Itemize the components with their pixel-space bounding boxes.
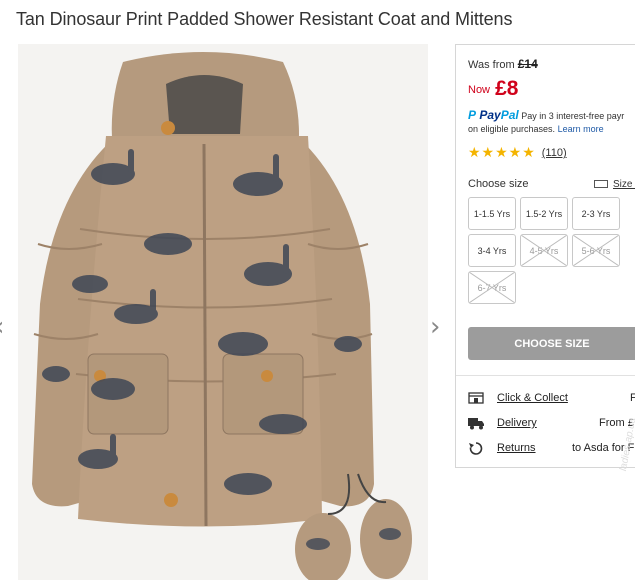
size-option-label: 1.5-2 Yrs (525, 208, 563, 219)
click-collect-link[interactable]: Click & Collect (497, 392, 568, 404)
now-price: Now £8 (468, 77, 518, 101)
paypal-line1: Pay in 3 interest-free payr (521, 111, 625, 121)
returns-icon (469, 442, 483, 455)
paypal-line2: on eligible purchases. (468, 124, 556, 134)
size-option-label: 1-1.5 Yrs (473, 208, 511, 219)
paypal-logo: P PayPal (468, 108, 519, 122)
purchase-panel: Was from £14 Now £8 P PayPal Pay in 3 in… (455, 44, 635, 468)
divider (456, 375, 635, 376)
delivery-row-returns[interactable]: Returns to Asda for F (468, 440, 635, 458)
product-title: Tan Dinosaur Print Padded Shower Resista… (16, 9, 513, 29)
size-option-unavailable[interactable]: 4-5 Yrs (520, 234, 568, 267)
product-image[interactable] (18, 44, 428, 580)
size-option-label: 2-3 Yrs (581, 208, 611, 219)
size-option[interactable]: 1-1.5 Yrs (468, 197, 516, 230)
paypal-banner: P PayPal Pay in 3 interest-free payr on … (468, 109, 635, 136)
size-option-unavailable[interactable]: 5-6 Yrs (572, 234, 620, 267)
unavailable-cross-icon (573, 235, 619, 266)
unavailable-cross-icon (469, 272, 515, 303)
delivery-row-click-collect[interactable]: Click & Collect F (468, 390, 635, 408)
prev-image-arrow[interactable]: ‹ (0, 312, 4, 342)
paypal-logo-p-icon: P (468, 108, 477, 122)
delivery-link[interactable]: Delivery (497, 417, 537, 429)
size-guide-label: Size g (613, 179, 635, 190)
size-option-unavailable[interactable]: 6-7 Yrs (468, 271, 516, 304)
paypal-learn-more-link[interactable]: Learn more (558, 124, 604, 134)
returns-link[interactable]: Returns (497, 442, 536, 454)
size-option[interactable]: 3-4 Yrs (468, 234, 516, 267)
next-image-arrow[interactable]: › (430, 312, 440, 342)
size-option[interactable]: 1.5-2 Yrs (520, 197, 568, 230)
delivery-row-delivery[interactable]: Delivery From £ (468, 415, 635, 433)
store-icon (468, 392, 484, 404)
now-label: Now (468, 84, 491, 96)
now-price-value: £8 (495, 77, 519, 100)
was-price: Was from £14 (468, 57, 538, 71)
reviews-link[interactable]: (110) (542, 147, 567, 159)
rating: ★★★★★ (110) (468, 145, 567, 161)
rating-stars: ★★★★★ (468, 145, 536, 161)
paypal-logo-pay: Pay (479, 108, 501, 122)
was-label: Was from (468, 59, 515, 71)
choose-size-button[interactable]: CHOOSE SIZE (468, 327, 635, 360)
paypal-logo-pal: Pal (500, 108, 519, 122)
coat-image (18, 44, 428, 580)
was-price-value: £14 (517, 57, 538, 71)
size-guide-link[interactable]: Size g (594, 179, 635, 190)
size-option-label: 3-4 Yrs (477, 245, 507, 256)
size-option[interactable]: 2-3 Yrs (572, 197, 620, 230)
truck-icon (468, 418, 484, 430)
click-collect-detail: F (630, 392, 635, 404)
ruler-icon (594, 180, 608, 188)
choose-size-label: Choose size (468, 178, 529, 190)
unavailable-cross-icon (521, 235, 567, 266)
